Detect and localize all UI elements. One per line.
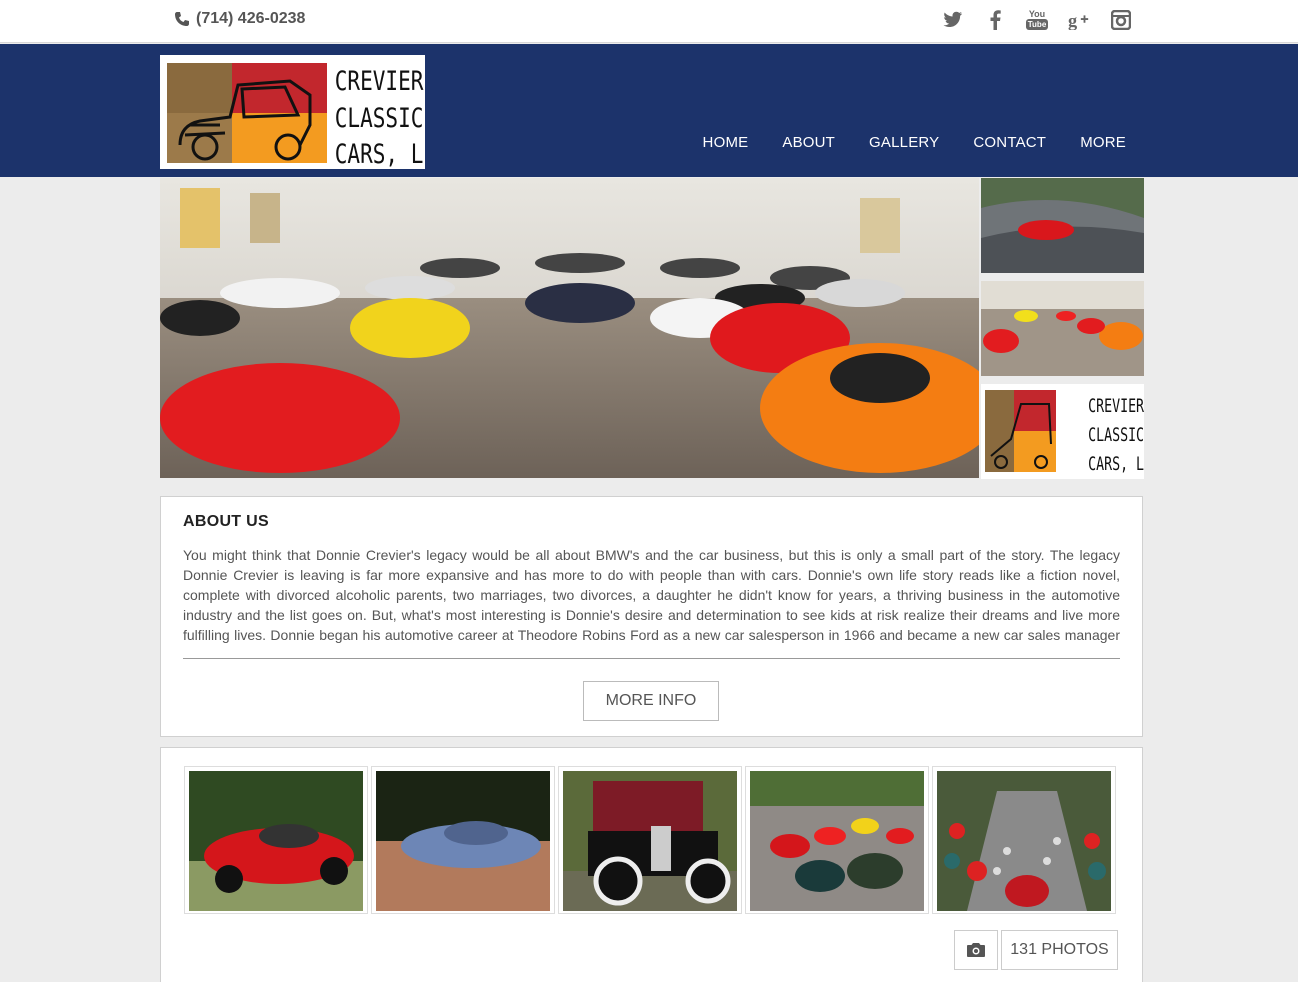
gallery-photo-5[interactable] xyxy=(932,766,1116,914)
svg-text:g: g xyxy=(1068,10,1077,30)
gallery-photo-3[interactable] xyxy=(558,766,742,914)
hero-thumbnails: CREVIER CLASSIC CARS, LLC xyxy=(981,178,1144,479)
gallery-photo-1[interactable] xyxy=(184,766,368,914)
youtube-text-top: You xyxy=(1028,9,1046,19)
nav-about[interactable]: ABOUT xyxy=(782,134,835,151)
google-plus-icon[interactable]: g xyxy=(1068,8,1090,32)
hero-thumb-showroom[interactable] xyxy=(981,281,1144,376)
logo[interactable]: CREVIER CLASSIC CARS, LLC xyxy=(160,55,449,170)
camera-button[interactable] xyxy=(954,930,998,970)
gallery-card: 131 PHOTOS xyxy=(160,747,1143,982)
about-divider xyxy=(183,658,1120,659)
about-card: ABOUT US You might think that Donnie Cre… xyxy=(160,496,1143,737)
gallery-photo-2[interactable] xyxy=(371,766,555,914)
svg-text:CLASSIC: CLASSIC xyxy=(1088,424,1144,446)
gallery-photo-4[interactable] xyxy=(745,766,929,914)
camera-icon xyxy=(967,943,985,957)
main-nav: HOME ABOUT GALLERY CONTACT MORE xyxy=(703,134,1126,151)
youtube-text-bottom: Tube xyxy=(1025,19,1049,30)
instagram-icon[interactable] xyxy=(1110,8,1132,32)
social-links: You Tube g xyxy=(942,8,1132,32)
svg-text:CARS, LLC: CARS, LLC xyxy=(1088,453,1144,475)
about-title: ABOUT US xyxy=(183,513,269,530)
photos-count-button[interactable]: 131 PHOTOS xyxy=(1001,930,1118,970)
hero-thumb-logo[interactable]: CREVIER CLASSIC CARS, LLC xyxy=(981,384,1144,479)
logo-line-2: CLASSIC xyxy=(335,102,424,133)
facebook-icon[interactable] xyxy=(984,8,1006,32)
phone-number[interactable]: (714) 426-0238 xyxy=(174,10,305,28)
more-info-button[interactable]: MORE INFO xyxy=(583,681,719,721)
hero-image-showroom[interactable] xyxy=(160,178,979,478)
svg-text:CREVIER: CREVIER xyxy=(1088,395,1144,417)
top-bar: (714) 426-0238 You Tube g xyxy=(0,0,1298,43)
twitter-icon[interactable] xyxy=(942,8,964,32)
hero-thumb-red-coupe[interactable] xyxy=(981,178,1144,273)
nav-home[interactable]: HOME xyxy=(703,134,749,151)
logo-line-3: CARS, LLC xyxy=(335,138,425,169)
about-body: You might think that Donnie Crevier's le… xyxy=(183,547,1120,643)
youtube-icon[interactable]: You Tube xyxy=(1025,8,1049,32)
nav-more[interactable]: MORE xyxy=(1080,134,1126,151)
nav-contact[interactable]: CONTACT xyxy=(973,134,1046,151)
phone-icon xyxy=(175,12,189,26)
gallery-row xyxy=(184,766,1116,914)
nav-gallery[interactable]: GALLERY xyxy=(869,134,939,151)
site-header: CREVIER CLASSIC CARS, LLC HOME ABOUT GAL… xyxy=(0,44,1298,177)
logo-line-1: CREVIER xyxy=(335,65,424,96)
phone-label: (714) 426-0238 xyxy=(196,10,306,27)
